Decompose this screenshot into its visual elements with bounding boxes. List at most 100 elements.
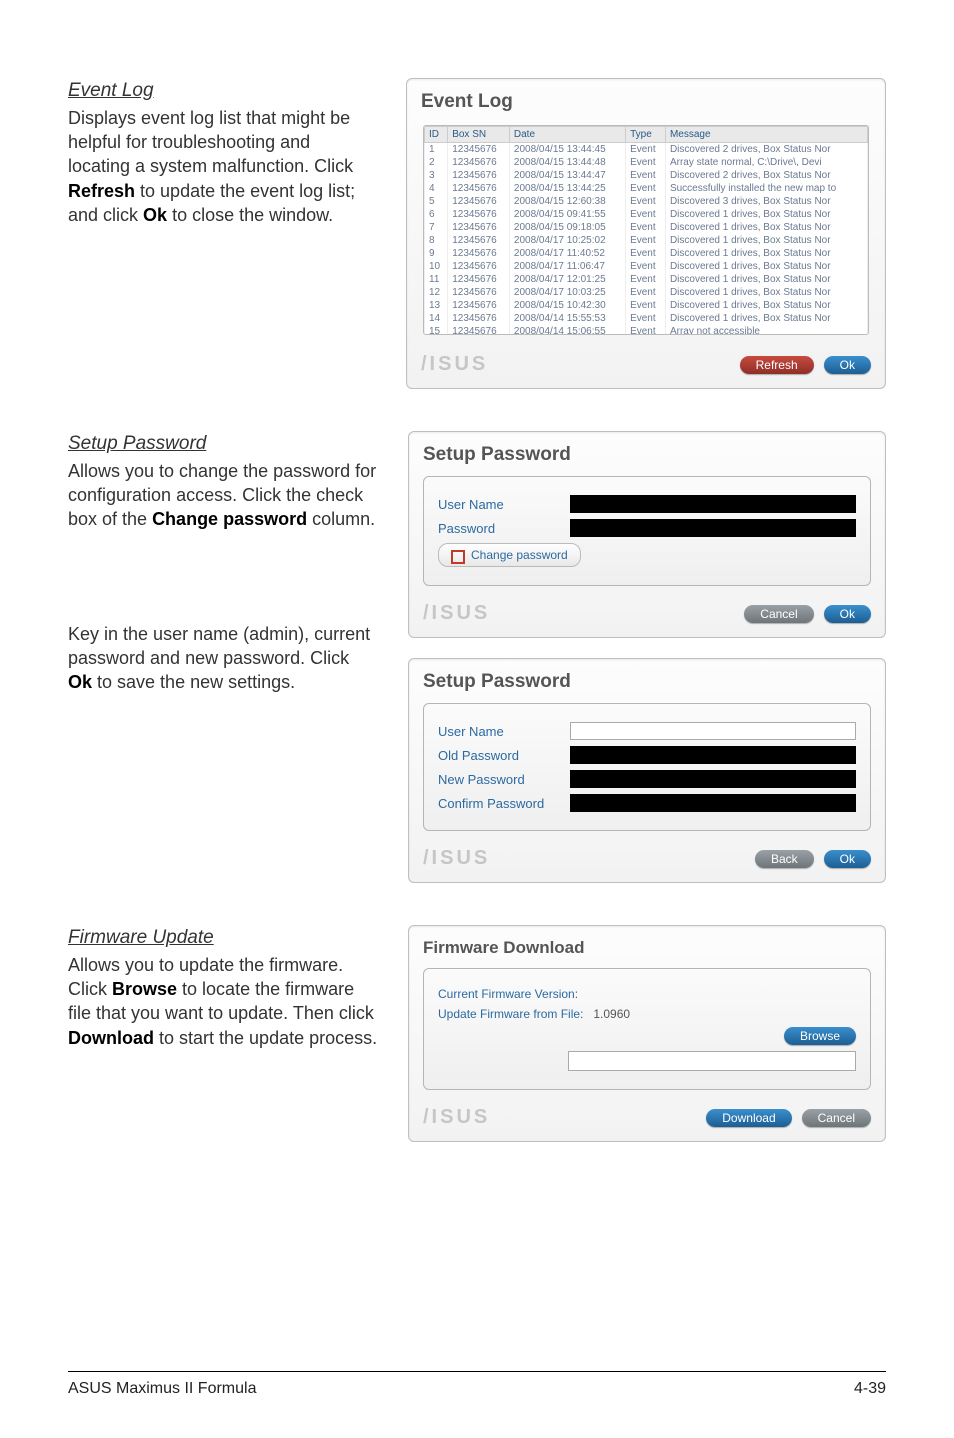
table-cell: 12345676: [448, 169, 510, 182]
table-row[interactable]: 4123456762008/04/15 13:44:25EventSuccess…: [425, 182, 868, 195]
event-log-ok-word: Ok: [143, 205, 167, 225]
table-cell: 4: [425, 182, 448, 195]
table-cell: 2008/04/17 10:03:25: [509, 286, 625, 299]
firmware-bold1: Browse: [112, 979, 177, 999]
footer-left: ASUS Maximus II Formula: [68, 1380, 256, 1398]
event-log-table[interactable]: IDBox SNDateTypeMessage 1123456762008/04…: [423, 125, 869, 335]
table-cell: 11: [425, 273, 448, 286]
table-cell: Discovered 1 drives, Box Status Nor: [665, 247, 867, 260]
firmware-body-post: to start the update process.: [154, 1028, 377, 1048]
setup-password-body-post: column.: [307, 509, 375, 529]
table-cell: Discovered 1 drives, Box Status Nor: [665, 260, 867, 273]
table-row[interactable]: 9123456762008/04/17 11:40:52EventDiscove…: [425, 247, 868, 260]
event-log-panel: Event Log IDBox SNDateTypeMessage 112345…: [406, 78, 886, 389]
brand-logo: /ISUS: [423, 1106, 490, 1129]
table-cell: 2008/04/15 09:18:05: [509, 221, 625, 234]
ok-button-2[interactable]: Ok: [824, 850, 871, 868]
table-cell: 12345676: [448, 273, 510, 286]
table-cell: Discovered 1 drives, Box Status Nor: [665, 221, 867, 234]
user-name-input[interactable]: [570, 722, 856, 740]
table-cell: 5: [425, 195, 448, 208]
table-row[interactable]: 15123456762008/04/14 15:06:55EventArray …: [425, 325, 868, 335]
table-row[interactable]: 11123456762008/04/17 12:01:25EventDiscov…: [425, 273, 868, 286]
table-row[interactable]: 13123456762008/04/15 10:42:30EventDiscov…: [425, 299, 868, 312]
setup-password-heading: Setup Password: [68, 431, 378, 457]
table-cell: 12345676: [448, 221, 510, 234]
table-row[interactable]: 1123456762008/04/15 13:44:45EventDiscove…: [425, 143, 868, 157]
table-cell: Event: [626, 286, 666, 299]
table-row[interactable]: 12123456762008/04/17 10:03:25EventDiscov…: [425, 286, 868, 299]
event-log-panel-title: Event Log: [421, 91, 871, 113]
table-cell: Event: [626, 234, 666, 247]
table-cell: 12345676: [448, 260, 510, 273]
firmware-update-heading: Firmware Update: [68, 925, 378, 951]
event-log-column-header[interactable]: Date: [509, 127, 625, 143]
browse-button[interactable]: Browse: [784, 1027, 856, 1045]
download-button[interactable]: Download: [706, 1109, 791, 1127]
setup-password-panel2-title: Setup Password: [423, 671, 871, 693]
refresh-button[interactable]: Refresh: [740, 356, 814, 374]
table-cell: Discovered 2 drives, Box Status Nor: [665, 143, 867, 157]
brand-logo: /ISUS: [421, 353, 488, 376]
event-log-column-header[interactable]: Message: [665, 127, 867, 143]
table-row[interactable]: 3123456762008/04/15 13:44:47EventDiscove…: [425, 169, 868, 182]
table-cell: 12345676: [448, 208, 510, 221]
table-cell: 15: [425, 325, 448, 335]
old-password-input[interactable]: [570, 746, 856, 764]
table-cell: Event: [626, 221, 666, 234]
table-row[interactable]: 14123456762008/04/14 15:55:53EventDiscov…: [425, 312, 868, 325]
cancel-button[interactable]: Cancel: [802, 1109, 871, 1127]
table-cell: Discovered 1 drives, Box Status Nor: [665, 273, 867, 286]
new-password-input[interactable]: [570, 770, 856, 788]
setup-password-para2-bold: Ok: [68, 672, 92, 692]
footer-right: 4-39: [854, 1380, 886, 1398]
event-log-column-header[interactable]: ID: [425, 127, 448, 143]
table-row[interactable]: 8123456762008/04/17 10:25:02EventDiscove…: [425, 234, 868, 247]
firmware-download-panel: Firmware Download Current Firmware Versi…: [408, 925, 886, 1142]
table-cell: Discovered 3 drives, Box Status Nor: [665, 195, 867, 208]
table-cell: 2008/04/17 11:40:52: [509, 247, 625, 260]
table-cell: 2008/04/14 15:06:55: [509, 325, 625, 335]
table-cell: 2008/04/17 10:25:02: [509, 234, 625, 247]
change-password-checkbox[interactable]: Change password: [438, 543, 581, 567]
setup-password-bold1: Change password: [152, 509, 307, 529]
table-cell: Event: [626, 143, 666, 157]
table-row[interactable]: 6123456762008/04/15 09:41:55EventDiscove…: [425, 208, 868, 221]
event-log-body-post: to close the window.: [167, 205, 333, 225]
cancel-button[interactable]: Cancel: [744, 605, 813, 623]
confirm-password-input[interactable]: [570, 794, 856, 812]
table-row[interactable]: 2123456762008/04/15 13:44:48EventArray s…: [425, 156, 868, 169]
table-cell: 1: [425, 143, 448, 157]
user-name-field[interactable]: [570, 495, 856, 513]
table-cell: 13: [425, 299, 448, 312]
table-row[interactable]: 5123456762008/04/15 12:60:38EventDiscove…: [425, 195, 868, 208]
setup-password-panel1-title: Setup Password: [423, 444, 871, 466]
password-field[interactable]: [570, 519, 856, 537]
table-cell: Event: [626, 299, 666, 312]
table-cell: Event: [626, 273, 666, 286]
table-cell: Discovered 1 drives, Box Status Nor: [665, 286, 867, 299]
table-cell: 12345676: [448, 299, 510, 312]
firmware-file-input[interactable]: [568, 1051, 856, 1071]
table-cell: 8: [425, 234, 448, 247]
firmware-bold2: Download: [68, 1028, 154, 1048]
ok-button[interactable]: Ok: [824, 605, 871, 623]
table-cell: Event: [626, 260, 666, 273]
back-button[interactable]: Back: [755, 850, 814, 868]
table-cell: 12345676: [448, 234, 510, 247]
event-log-body-pre: Displays event log list that might be he…: [68, 108, 353, 177]
event-log-column-header[interactable]: Type: [626, 127, 666, 143]
checkbox-icon: [451, 550, 465, 564]
table-row[interactable]: 7123456762008/04/15 09:18:05EventDiscove…: [425, 221, 868, 234]
event-log-column-header[interactable]: Box SN: [448, 127, 510, 143]
password-label: Password: [438, 521, 558, 536]
table-row[interactable]: 10123456762008/04/17 11:06:47EventDiscov…: [425, 260, 868, 273]
table-cell: 12: [425, 286, 448, 299]
table-cell: 6: [425, 208, 448, 221]
table-cell: Event: [626, 156, 666, 169]
table-cell: 2: [425, 156, 448, 169]
table-cell: Array state normal, C:\Drive\, Devi: [665, 156, 867, 169]
change-password-label: Change password: [471, 548, 568, 562]
ok-button[interactable]: Ok: [824, 356, 871, 374]
table-cell: 14: [425, 312, 448, 325]
